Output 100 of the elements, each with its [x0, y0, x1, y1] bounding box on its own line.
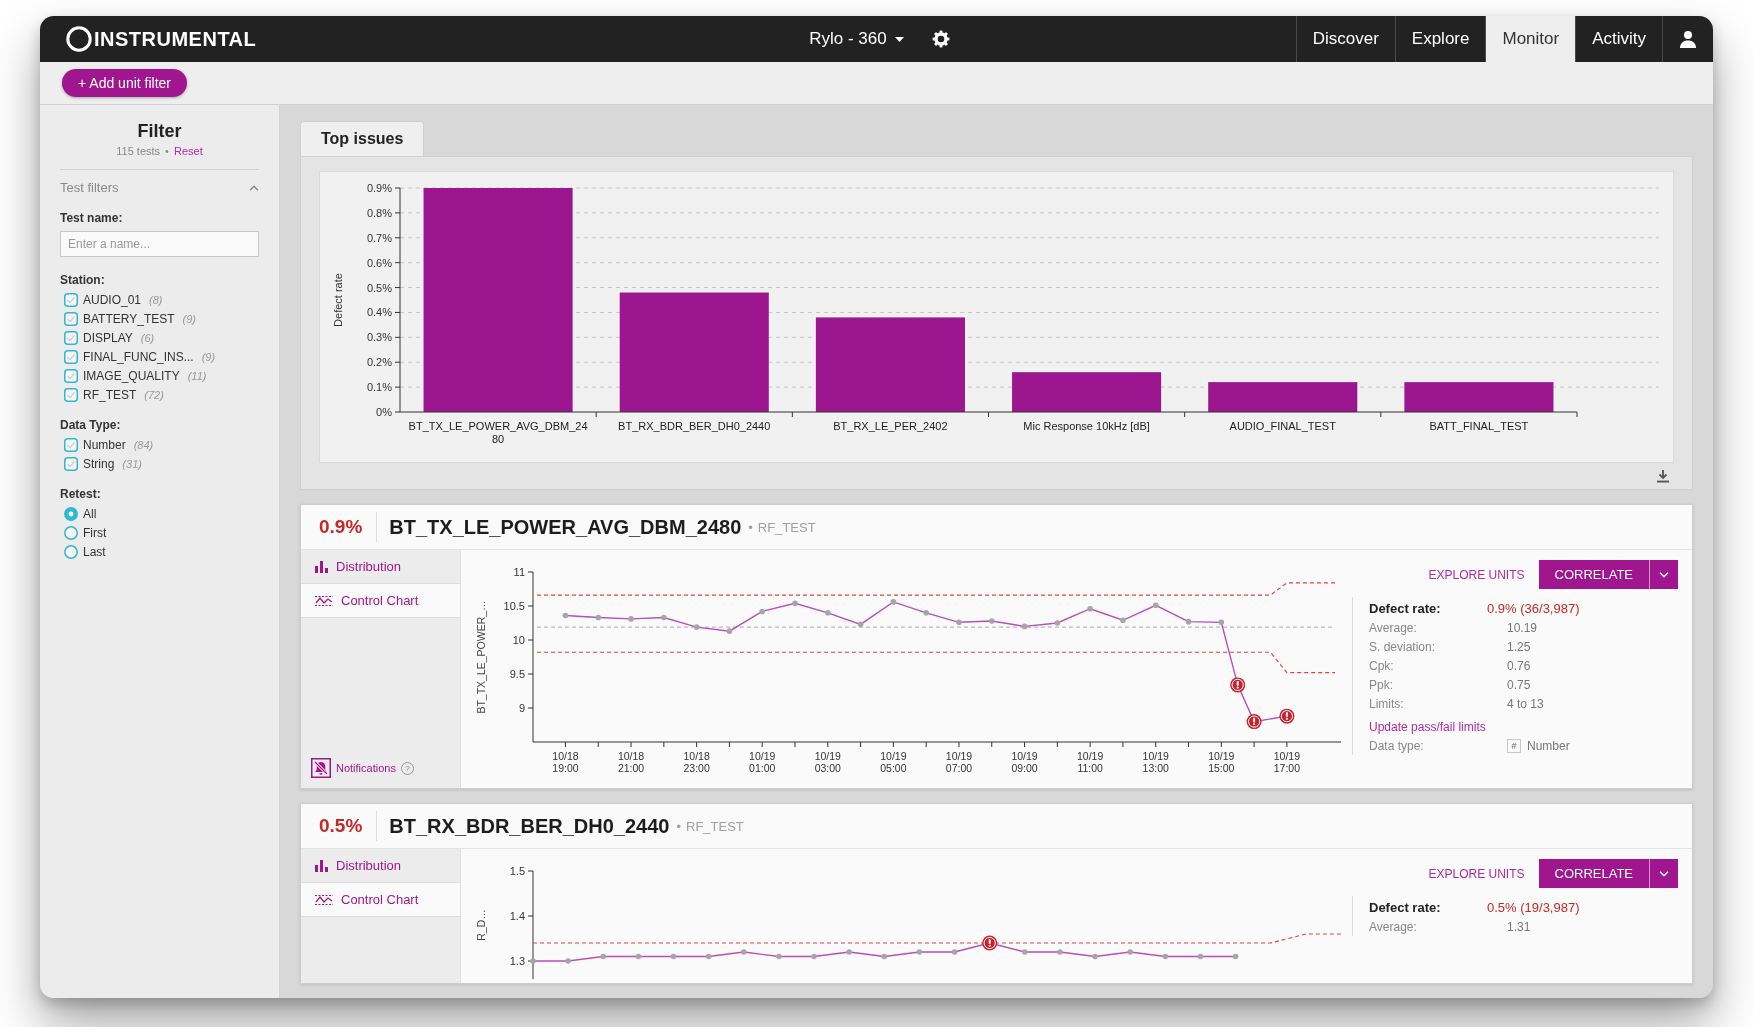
checkbox[interactable] [64, 312, 78, 326]
explore-units-link[interactable]: EXPLORE UNITS [1428, 866, 1525, 881]
axis-tick-label: 10/19 09:00 [1010, 750, 1039, 774]
stat-label: Limits: [1369, 697, 1405, 711]
separator: • [165, 145, 169, 157]
project-dropdown[interactable]: Rylo - 360 [803, 25, 910, 53]
data-point [1185, 618, 1192, 625]
separator: • [748, 519, 753, 535]
user-icon[interactable] [1679, 30, 1697, 48]
view-tab[interactable]: Control Chart [301, 584, 460, 618]
separator: • [676, 818, 681, 834]
axis-tick-label: BT_TX_LE_POWER_AVG_DBM_2480 [408, 420, 589, 446]
option-label: Last [83, 545, 106, 559]
data-point [1218, 619, 1225, 626]
axis-tick-label: 1.4 [509, 910, 525, 922]
data-point [846, 949, 852, 955]
data-point [600, 953, 607, 960]
axis-title: BT_TX_LE_POWER_… [475, 600, 487, 714]
group-label: Station: [60, 273, 106, 287]
field-label: Test name: [60, 211, 124, 225]
data-point [726, 628, 733, 634]
radio-button[interactable] [64, 526, 78, 540]
option-count: (11) [187, 370, 207, 382]
axis-tick-label: 10/19 15:00 [1207, 750, 1236, 774]
stat-value: 10.19 [1506, 621, 1539, 635]
option-label: BATTERY_TEST [83, 312, 175, 326]
checkbox[interactable] [64, 350, 78, 364]
correlate-button[interactable]: CORRELATE [1538, 560, 1649, 589]
defect-rate: 0.9% [318, 516, 364, 538]
data-point [825, 610, 831, 616]
dropdown-button[interactable] [1649, 560, 1678, 589]
stat-label: Average: [1369, 621, 1418, 635]
text-input[interactable]: Enter a name... [60, 231, 259, 257]
stat-label: Cpk: [1369, 659, 1395, 673]
axis-tick-label: 10 [512, 634, 525, 646]
data-point [857, 621, 864, 628]
radio-button[interactable] [64, 507, 78, 521]
option-count: (84) [133, 439, 154, 451]
data-point [635, 953, 642, 960]
data-point [759, 608, 765, 615]
option-count: (6) [140, 332, 155, 344]
data-point [705, 953, 712, 960]
checkbox[interactable] [64, 388, 78, 402]
data-point [1120, 617, 1126, 624]
axis-tick-label: 0.1% [366, 381, 392, 394]
bar-chart-icon [315, 859, 328, 872]
download-icon[interactable] [1656, 469, 1670, 483]
data-point [562, 612, 569, 619]
chevron-down-icon [1659, 870, 1669, 877]
view-tab[interactable]: Control Chart [301, 883, 460, 917]
stat-value: 1.25 [1506, 640, 1532, 654]
checkbox[interactable] [64, 369, 78, 383]
data-point [923, 610, 929, 616]
section-tab[interactable]: Top issues [300, 121, 425, 156]
correlate-button[interactable]: CORRELATE [1538, 859, 1649, 888]
data-point [1087, 605, 1093, 612]
add-filter-button[interactable]: + Add unit filter [62, 69, 187, 97]
option-label: FINAL_FUNC_INS... [83, 350, 194, 364]
station-name: RF_TEST [686, 818, 744, 834]
axis-tick-label: 10/19 17:00 [1272, 750, 1302, 774]
option-count: (31) [122, 458, 142, 470]
checkbox[interactable] [64, 438, 78, 452]
control-chart-icon [315, 893, 333, 906]
option-count: (9) [201, 351, 216, 363]
test-name: BT_RX_BDR_BER_DH0_2440 [389, 814, 670, 838]
update-limits-link[interactable]: Update pass/fail limits [1369, 716, 1678, 734]
axis-tick-label: 10/19 01:00 [748, 750, 777, 774]
notifications-button[interactable]: Notifications [311, 758, 396, 778]
axis-tick-label: 9.5 [509, 668, 525, 680]
gear-icon[interactable] [931, 30, 950, 48]
data-point [890, 599, 897, 605]
bar-chart-icon [315, 560, 328, 573]
axis-tick-label: BT_RX_LE_PER_2402 [832, 420, 949, 433]
alert-icon [1279, 708, 1295, 724]
axis-title: Defect rate [332, 273, 344, 327]
data-point [595, 614, 602, 621]
axis-tick-label: 0.5% [366, 281, 392, 294]
defect-rate: 0.5% [318, 815, 364, 837]
checkbox[interactable] [64, 457, 78, 471]
bell-off-icon [311, 758, 331, 778]
axis-tick-label: 0.9% [366, 182, 392, 194]
axis-tick-label: 0.3% [366, 331, 392, 344]
nav-tab[interactable]: Monitor [1485, 16, 1576, 62]
logo-text: INSTRUMENTAL [94, 27, 257, 51]
axis-tick-label: 0.2% [366, 356, 392, 369]
data-point [1232, 953, 1239, 960]
axis-tick-label: 11 [513, 566, 525, 578]
reset-link[interactable]: Reset [173, 145, 203, 157]
checkbox[interactable] [64, 331, 78, 345]
option-label: First [83, 526, 107, 540]
axis-tick-label: AUDIO_FINAL_TEST [1228, 420, 1337, 433]
dropdown-button[interactable] [1649, 859, 1678, 888]
data-point [1021, 623, 1028, 630]
logo-ring-icon [66, 26, 92, 52]
option-count: (8) [149, 294, 163, 306]
checkbox[interactable] [64, 293, 78, 307]
radio-button[interactable] [64, 545, 78, 559]
data-point [792, 600, 798, 607]
explore-units-link[interactable]: EXPLORE UNITS [1428, 567, 1525, 582]
data-point [776, 953, 782, 960]
